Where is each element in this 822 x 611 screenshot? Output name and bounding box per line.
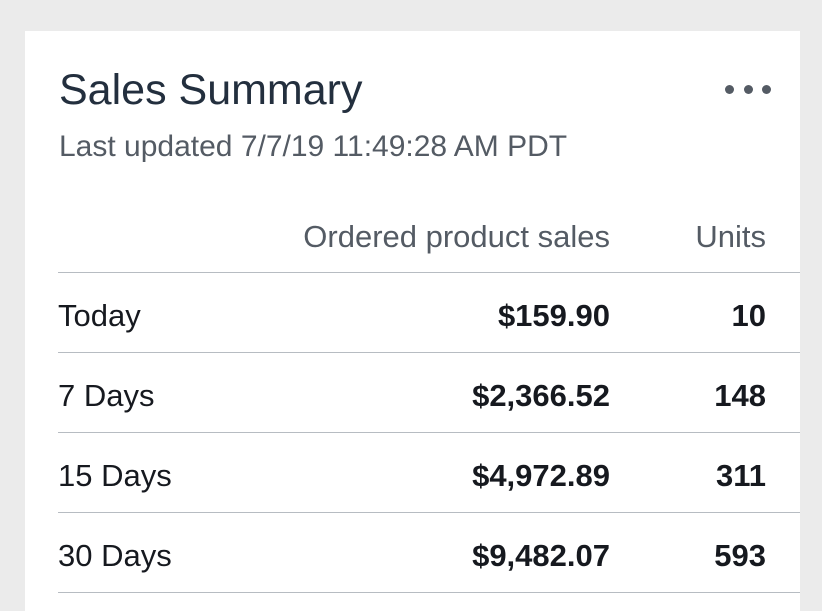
units-value: 311 <box>715 458 766 493</box>
units-value: 593 <box>714 538 766 573</box>
column-header-units: Units <box>695 219 766 254</box>
sales-summary-table: Ordered product sales Units Today $159.9… <box>58 209 800 593</box>
table-row: Today $159.90 10 <box>58 273 800 353</box>
ordered-product-sales-value: $159.90 <box>497 298 610 333</box>
period-label: 15 Days <box>58 458 172 493</box>
more-horizontal-icon-dot <box>762 84 771 94</box>
last-updated-text: Last updated 7/7/19 11:49:28 AM PDT <box>59 130 568 163</box>
table-row: 30 Days $9,482.07 593 <box>58 513 800 593</box>
ordered-product-sales-value: $4,972.89 <box>472 458 610 493</box>
period-label: 30 Days <box>58 538 172 573</box>
period-label: 7 Days <box>58 378 155 413</box>
period-label: Today <box>58 298 141 333</box>
more-horizontal-icon-dot <box>743 84 753 94</box>
table-row: 7 Days $2,366.52 148 <box>58 353 800 433</box>
sales-summary-card: Sales Summary Last updated 7/7/19 11:49:… <box>25 31 800 611</box>
column-header-ordered-product-sales: Ordered product sales <box>303 219 610 254</box>
ordered-product-sales-value: $2,366.52 <box>472 378 610 413</box>
card-title: Sales Summary <box>59 66 363 114</box>
table-row: 15 Days $4,972.89 311 <box>58 433 800 513</box>
table-header: Ordered product sales Units <box>58 209 800 273</box>
units-value: 148 <box>714 378 766 413</box>
more-horizontal-icon <box>725 84 734 94</box>
more-options-button[interactable] <box>725 79 771 99</box>
units-value: 10 <box>731 298 766 333</box>
ordered-product-sales-value: $9,482.07 <box>472 538 610 573</box>
